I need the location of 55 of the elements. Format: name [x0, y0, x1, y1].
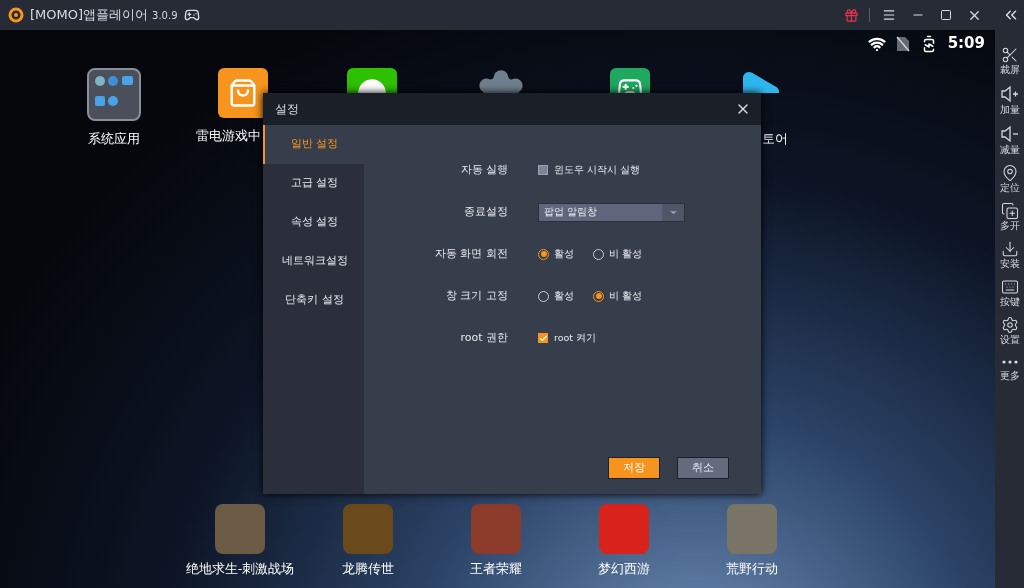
app-label: 绝地求生-刺激战场	[185, 560, 295, 579]
toolbar-button[interactable]: 更多	[999, 354, 1020, 382]
settings-icon	[1000, 316, 1019, 334]
app-label: 王者荣耀	[470, 560, 522, 579]
clock-time: 5:09	[947, 33, 985, 55]
toolbar-button[interactable]: 多开	[999, 202, 1020, 232]
gamepad-icon[interactable]	[183, 7, 200, 23]
app-label: 雷电游戏中	[195, 127, 261, 145]
toolbar-button[interactable]: 安装	[999, 240, 1020, 270]
checkbox[interactable]	[538, 333, 548, 343]
no-sim-icon	[895, 35, 910, 52]
toolbar-button[interactable]: 裁屏	[999, 46, 1020, 76]
stacked-plus-icon	[1000, 202, 1019, 220]
more-icon	[1001, 360, 1018, 364]
dropdown-select[interactable]: 팝업 알림창	[538, 202, 685, 222]
checkbox-option[interactable]: 윈도우 시작시 실행	[538, 162, 641, 178]
setting-label: 자동 화면 회전	[434, 245, 508, 262]
toolbar-button[interactable]: 加量	[999, 84, 1020, 116]
radio-option[interactable]: 활성	[538, 246, 591, 262]
maximize-icon[interactable]	[940, 9, 952, 21]
toolbar-button[interactable]: 减量	[999, 124, 1020, 156]
toolbar-button[interactable]: 定位	[999, 164, 1020, 194]
game-app-icon[interactable]	[215, 504, 265, 555]
window-title: [MOMO]앱플레이어	[30, 6, 149, 25]
radio-option[interactable]: 비 활성	[593, 288, 646, 304]
scissors-icon	[1000, 46, 1019, 64]
shopping-bag-app-icon[interactable]	[217, 68, 268, 118]
radio-option[interactable]: 활성	[538, 288, 591, 304]
menu-icon[interactable]	[882, 8, 896, 22]
keyboard-icon	[1000, 278, 1019, 296]
app-label: 토어	[761, 129, 788, 148]
toolbar-button[interactable]: 设置	[999, 316, 1020, 346]
logo-icon	[8, 7, 24, 23]
version-text: 3.0.9	[152, 8, 178, 23]
settings-tab[interactable]: 일반 설정	[263, 125, 364, 164]
app-label: 荒野行动	[726, 560, 778, 579]
cancel-button[interactable]: 취소	[677, 457, 729, 479]
speaker-minus-icon	[999, 124, 1020, 144]
download-icon	[1000, 240, 1019, 258]
setting-label: 창 크기 고정	[445, 287, 508, 304]
app-label: 系统应用	[87, 129, 140, 148]
toolbar-button[interactable]: 按键	[999, 278, 1020, 308]
checkbox[interactable]	[538, 165, 548, 175]
app-label: 龙腾传世	[342, 560, 394, 579]
speaker-plus-icon	[999, 84, 1020, 104]
app-label: 梦幻西游	[598, 560, 650, 579]
gift-icon[interactable]	[844, 7, 859, 23]
setting-label: 자동 실행	[459, 161, 508, 178]
app-folder-icon[interactable]	[86, 68, 141, 121]
dialog-title: 설정	[275, 101, 300, 118]
setting-label: 종료설정	[463, 203, 508, 220]
setting-label: root 권한	[459, 329, 508, 346]
location-pin-icon	[1000, 164, 1019, 182]
checkbox-option[interactable]: root 켜기	[538, 330, 597, 346]
radio-option[interactable]: 비 활성	[593, 246, 646, 262]
